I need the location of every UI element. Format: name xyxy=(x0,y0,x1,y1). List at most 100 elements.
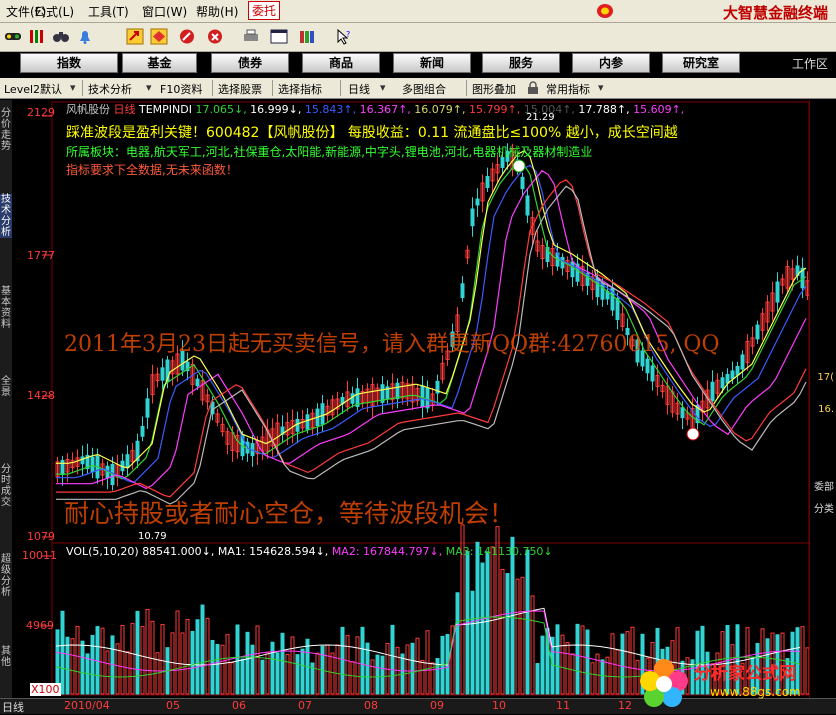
draw-icon[interactable] xyxy=(206,28,224,45)
sidebar-tab-technical[interactable]: 技术分析 xyxy=(0,194,12,238)
chain-icon[interactable] xyxy=(4,28,22,45)
vol-info-line: VOL(5,10,20) 88541.000↓, MA1: 154628.594… xyxy=(66,545,553,558)
volume-bar xyxy=(515,578,520,695)
layout-dropdown-icon[interactable]: ▾ xyxy=(70,81,76,94)
candle-body xyxy=(740,354,745,370)
menu-window[interactable]: 窗口(W) xyxy=(142,3,187,20)
volume-bar xyxy=(560,634,565,695)
volume-bar xyxy=(355,636,360,695)
volume-bar xyxy=(210,639,215,695)
indicator-value: 16.079↑, xyxy=(410,103,466,116)
bell-icon[interactable] xyxy=(76,28,94,45)
candle-body xyxy=(775,281,780,303)
nav-bond-button[interactable]: 债券 xyxy=(211,53,289,73)
right-panel-label[interactable]: 委部 xyxy=(814,478,834,493)
select-stock-button[interactable]: 选择股票 xyxy=(218,81,262,97)
volume-bar xyxy=(335,644,340,695)
sidebar-tab-panorama[interactable]: 全景 xyxy=(0,376,12,398)
bars-icon[interactable] xyxy=(28,28,46,45)
lock-icon[interactable] xyxy=(527,81,539,94)
select-indicator-button[interactable]: 选择指标 xyxy=(278,81,322,97)
layout-select[interactable]: Level2默认 xyxy=(4,81,62,97)
volume-bar xyxy=(330,652,335,695)
period-select[interactable]: 日线 xyxy=(348,81,370,97)
candle-body xyxy=(735,366,740,376)
menu-trade[interactable]: 委托 xyxy=(248,1,281,20)
menu-formula[interactable]: 公式(L) xyxy=(34,3,74,20)
sell-signal-marker xyxy=(686,427,700,441)
menu-tools[interactable]: 工具(T) xyxy=(88,3,129,20)
f10-tab[interactable]: F10资料 xyxy=(160,81,202,97)
pen-icon[interactable] xyxy=(178,28,196,45)
diamond-icon[interactable] xyxy=(150,28,168,45)
candle-body xyxy=(425,387,430,409)
sidebar-tab-super[interactable]: 超级分析 xyxy=(0,554,12,598)
nav-fund-button[interactable]: 基金 xyxy=(122,53,197,73)
volume-bar xyxy=(350,661,355,695)
nav-research-button[interactable]: 研究室 xyxy=(662,53,740,73)
arrow-icon[interactable] xyxy=(126,28,144,45)
help-icon[interactable]: ? xyxy=(334,28,352,45)
stock-name: 风帆股份 xyxy=(66,103,110,116)
volume-bar xyxy=(220,644,225,695)
books-icon[interactable] xyxy=(298,28,316,45)
period-dropdown-icon[interactable]: ▾ xyxy=(380,81,386,94)
kline-chart[interactable] xyxy=(12,100,810,698)
candle-body xyxy=(305,414,310,430)
date-label: 12 xyxy=(618,699,632,712)
binoculars-icon[interactable] xyxy=(52,28,70,45)
indicator-dropdown-icon[interactable]: ▾ xyxy=(598,81,604,94)
nav-commodity-button[interactable]: 商品 xyxy=(302,53,380,73)
sidebar-tab-ticks[interactable]: 分时成交 xyxy=(0,464,12,508)
candle-body xyxy=(60,459,65,476)
price-info-line: 风帆股份 日线 TEMPINDI 17.065↓, 16.999↓, 15.84… xyxy=(66,101,684,117)
volume-bar xyxy=(255,625,260,695)
workspace-label[interactable]: 工作区 xyxy=(792,55,828,72)
multi-chart-button[interactable]: 多图组合 xyxy=(402,81,446,97)
volume-bar xyxy=(425,630,430,695)
nav-news-button[interactable]: 新闻 xyxy=(393,53,471,73)
vol-unit-label: X100 xyxy=(30,683,61,696)
candle-body xyxy=(420,385,425,408)
candle-body xyxy=(140,425,145,437)
common-indicator-button[interactable]: 常用指标 xyxy=(546,81,590,97)
volume-bar xyxy=(150,620,155,695)
volume-bar xyxy=(80,640,85,695)
site-logo-url: www.88gs.com xyxy=(710,685,801,699)
volume-bar xyxy=(100,627,105,695)
tech-dropdown-icon[interactable]: ▾ xyxy=(146,81,152,94)
candle-body xyxy=(80,456,85,465)
volume-bar xyxy=(555,624,560,695)
candle-body xyxy=(320,403,325,425)
annotation-line-3: 指标要求下全数据,无未来函数！ xyxy=(66,163,238,177)
volume-bar xyxy=(70,638,75,695)
overlay-button[interactable]: 图形叠加 xyxy=(472,81,516,97)
volume-bar xyxy=(125,651,130,695)
volume-bar xyxy=(205,617,210,695)
menu-help[interactable]: 帮助(H) xyxy=(196,3,238,20)
price-axis-label: 1428 xyxy=(27,389,55,402)
print-icon[interactable] xyxy=(242,28,260,45)
sidebar-tab-intraday[interactable]: 分价走势 xyxy=(0,108,12,152)
nav-index-button[interactable]: 指数 xyxy=(20,53,118,73)
candle-body xyxy=(470,208,475,227)
volume-bar xyxy=(280,632,285,695)
tech-analysis-tab[interactable]: 技术分析 xyxy=(88,81,132,97)
nav-service-button[interactable]: 服务 xyxy=(482,53,560,73)
right-panel-label[interactable]: 分类 xyxy=(814,500,834,515)
indicator-value: 15.799↑, xyxy=(465,103,521,116)
volume-bar xyxy=(590,662,595,695)
sidebar-tab-fundamentals[interactable]: 基本资料 xyxy=(0,286,12,330)
candle-body xyxy=(160,367,165,381)
volume-bar xyxy=(195,619,200,695)
volume-bar xyxy=(290,636,295,695)
sidebar-tab-other[interactable]: 其他 xyxy=(0,646,12,668)
nav-insider-button[interactable]: 内参 xyxy=(572,53,650,73)
right-panel-label: 16. xyxy=(818,404,834,415)
volume-bar xyxy=(600,659,605,695)
volume-bar xyxy=(130,622,135,695)
volume-bar xyxy=(230,662,235,695)
site-logo: 分析家公式网 www.88gs.com xyxy=(636,655,826,709)
window-icon[interactable] xyxy=(270,28,288,45)
volume-bar xyxy=(580,625,585,695)
